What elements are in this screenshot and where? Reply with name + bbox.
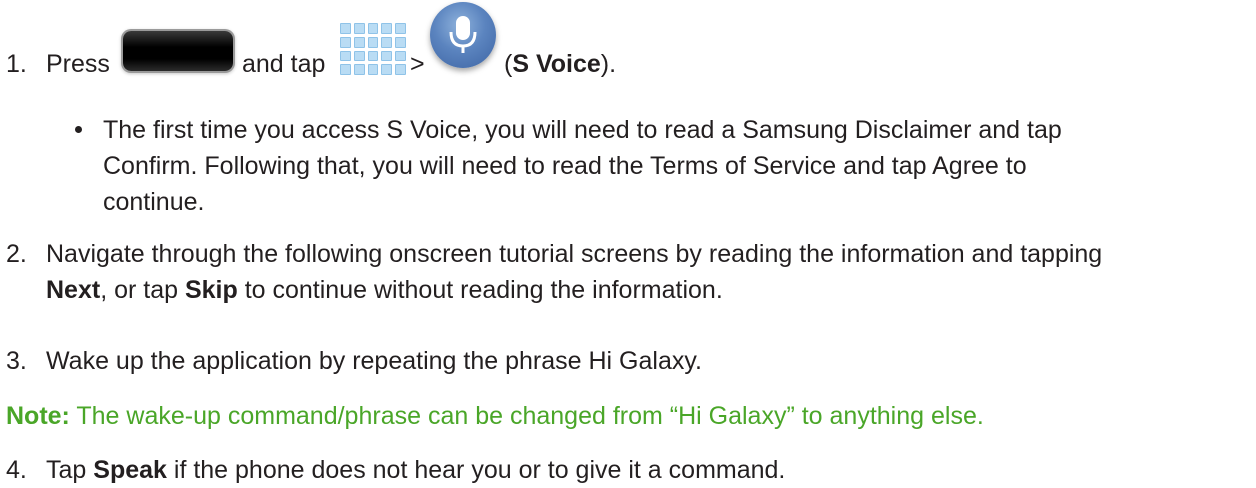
bullet-line-1: The first time you access S Voice, you w…: [103, 116, 1062, 144]
step-2: 2. Navigate through the following onscre…: [6, 236, 1102, 304]
step-2-number: 2.: [6, 240, 27, 268]
step-2-rest: to continue without reading the informat…: [237, 276, 723, 304]
step-1-and-tap: and tap: [242, 50, 326, 78]
step-2-line-2: Next, or tap Skip to continue without re…: [46, 272, 1256, 308]
bullet-line-3: continue.: [103, 188, 205, 216]
step-4-rest: if the phone does not hear you or to giv…: [166, 456, 786, 484]
paren-close: ).: [600, 50, 617, 78]
step-3-text: Wake up the application by repeating the…: [46, 347, 702, 375]
speak-label: Speak: [93, 456, 167, 484]
step-1: 1. Press and tap > (S Voice).: [6, 0, 706, 90]
skip-label: Skip: [184, 276, 238, 304]
bullet-line-2: Confirm. Following that, you will need t…: [103, 152, 1027, 180]
step-1-gt: >: [410, 50, 425, 78]
step-4-tap: Tap: [46, 456, 94, 484]
step-1-number: 1.: [6, 50, 27, 78]
step-1-app-label: (S Voice).: [504, 46, 616, 82]
step-1-press: Press: [46, 50, 110, 78]
bullet-text: The first time you access S Voice, you w…: [103, 112, 1213, 220]
note: Note: The wake-up command/phrase can be …: [6, 398, 984, 434]
step-2-text: Navigate through the following onscreen …: [46, 236, 1256, 308]
home-key-icon: [123, 31, 233, 71]
note-label: Note:: [6, 402, 70, 430]
or-tap: , or tap: [100, 276, 185, 304]
step-3-number: 3.: [6, 347, 27, 375]
step-3: 3. Wake up the application by repeating …: [6, 343, 702, 379]
bullet-dot-icon: [75, 126, 82, 133]
s-voice-label: S Voice: [512, 50, 601, 78]
note-text: The wake-up command/phrase can be change…: [69, 402, 984, 430]
next-label: Next: [46, 276, 101, 304]
apps-icon: [340, 23, 406, 75]
step-2-line-1: Navigate through the following onscreen …: [46, 240, 1103, 268]
s-voice-icon: [430, 2, 496, 68]
